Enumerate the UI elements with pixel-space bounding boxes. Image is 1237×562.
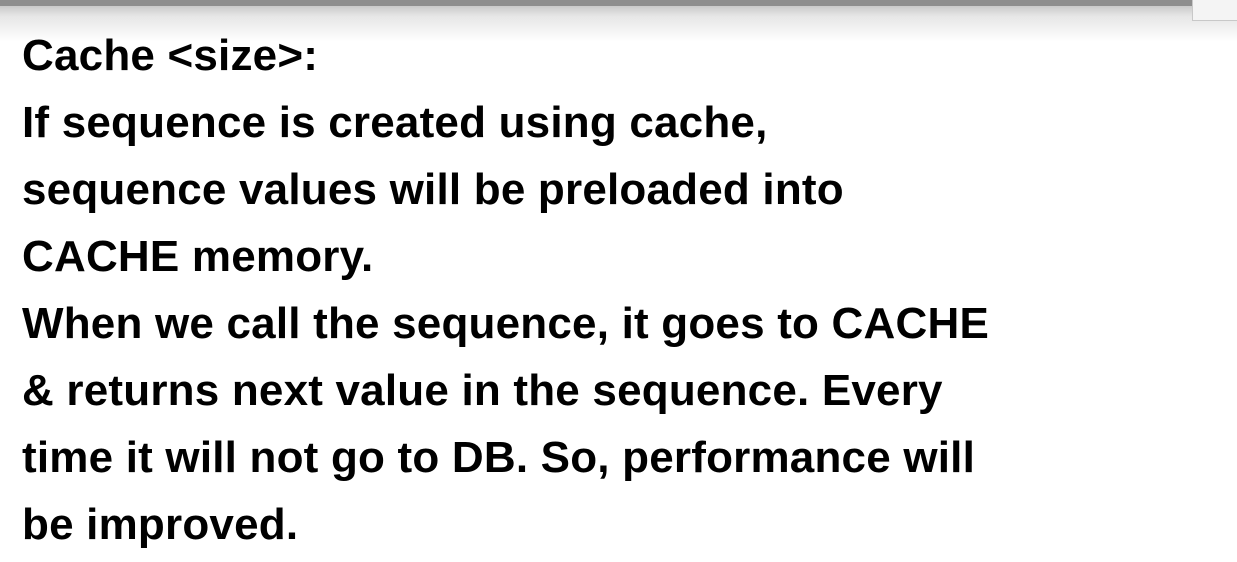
slide-line-3: CACHE memory. (22, 232, 374, 281)
slide: Cache <size>: If sequence is created usi… (0, 0, 1237, 562)
slide-line-2: sequence values will be preloaded into (22, 165, 844, 214)
slide-line-6: time it will not go to DB. So, performan… (22, 433, 976, 482)
slide-line-4: When we call the sequence, it goes to CA… (22, 299, 989, 348)
corner-control (1192, 0, 1237, 21)
window-top-strip (0, 0, 1237, 6)
slide-line-1: If sequence is created using cache, (22, 98, 768, 147)
slide-heading: Cache <size>: (22, 31, 319, 80)
slide-text-block: Cache <size>: If sequence is created usi… (22, 22, 1227, 558)
slide-line-7: be improved. (22, 500, 299, 549)
slide-line-5: & returns next value in the sequence. Ev… (22, 366, 943, 415)
